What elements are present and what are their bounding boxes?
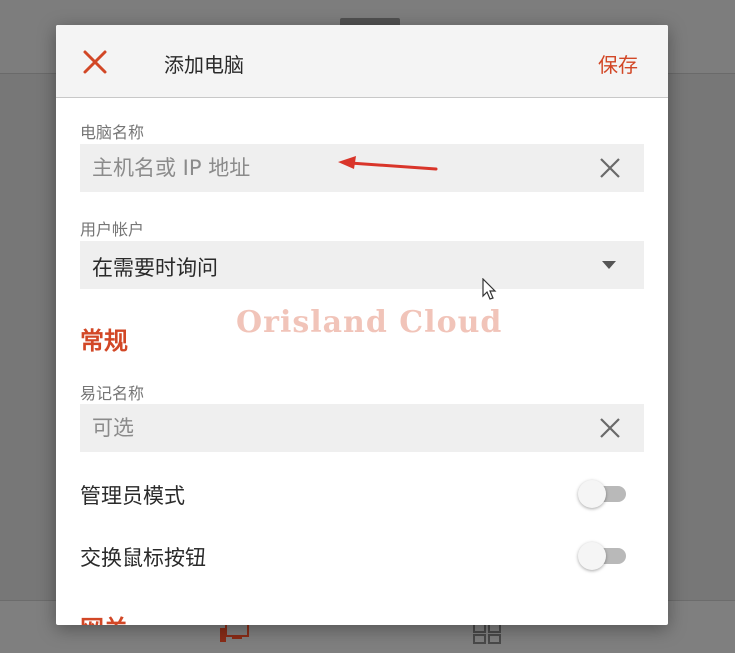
computers-tab-icon: [220, 623, 249, 642]
clear-icon[interactable]: [598, 416, 622, 440]
friendly-name-input[interactable]: [92, 404, 572, 452]
watermark: Orisland Cloud: [236, 305, 503, 340]
dialog-header: 添加电脑 保存: [56, 25, 668, 98]
admin-mode-toggle[interactable]: [578, 479, 628, 508]
computer-name-label: 电脑名称: [80, 123, 145, 142]
chevron-down-icon: [602, 261, 616, 269]
clear-icon[interactable]: [598, 156, 622, 180]
friendly-name-field: [80, 404, 644, 452]
friendly-name-label: 易记名称: [80, 384, 145, 403]
admin-mode-label: 管理员模式: [80, 484, 185, 508]
apps-tab-icon: [473, 623, 501, 644]
dialog-title: 添加电脑: [164, 53, 244, 77]
toggle-thumb: [578, 542, 606, 570]
add-computer-dialog: 添加电脑 保存 电脑名称 用户帐户 在需要时询问 常规 易记名称 管理员模式 交…: [56, 25, 668, 625]
save-button[interactable]: 保存: [598, 49, 638, 78]
mouse-cursor-icon: [482, 278, 497, 300]
toggle-thumb: [578, 480, 606, 508]
general-section-title: 常规: [80, 327, 128, 355]
annotation-arrow-icon: [338, 156, 438, 171]
swap-mouse-buttons-toggle[interactable]: [578, 541, 628, 570]
computer-name-input[interactable]: [92, 144, 572, 192]
user-account-label: 用户帐户: [80, 220, 145, 239]
user-account-value: 在需要时询问: [92, 256, 218, 280]
gateway-section-title: 网关: [80, 609, 128, 625]
user-account-select[interactable]: 在需要时询问: [80, 241, 644, 289]
close-icon[interactable]: [82, 49, 108, 75]
swap-mouse-buttons-label: 交换鼠标按钮: [80, 546, 206, 570]
